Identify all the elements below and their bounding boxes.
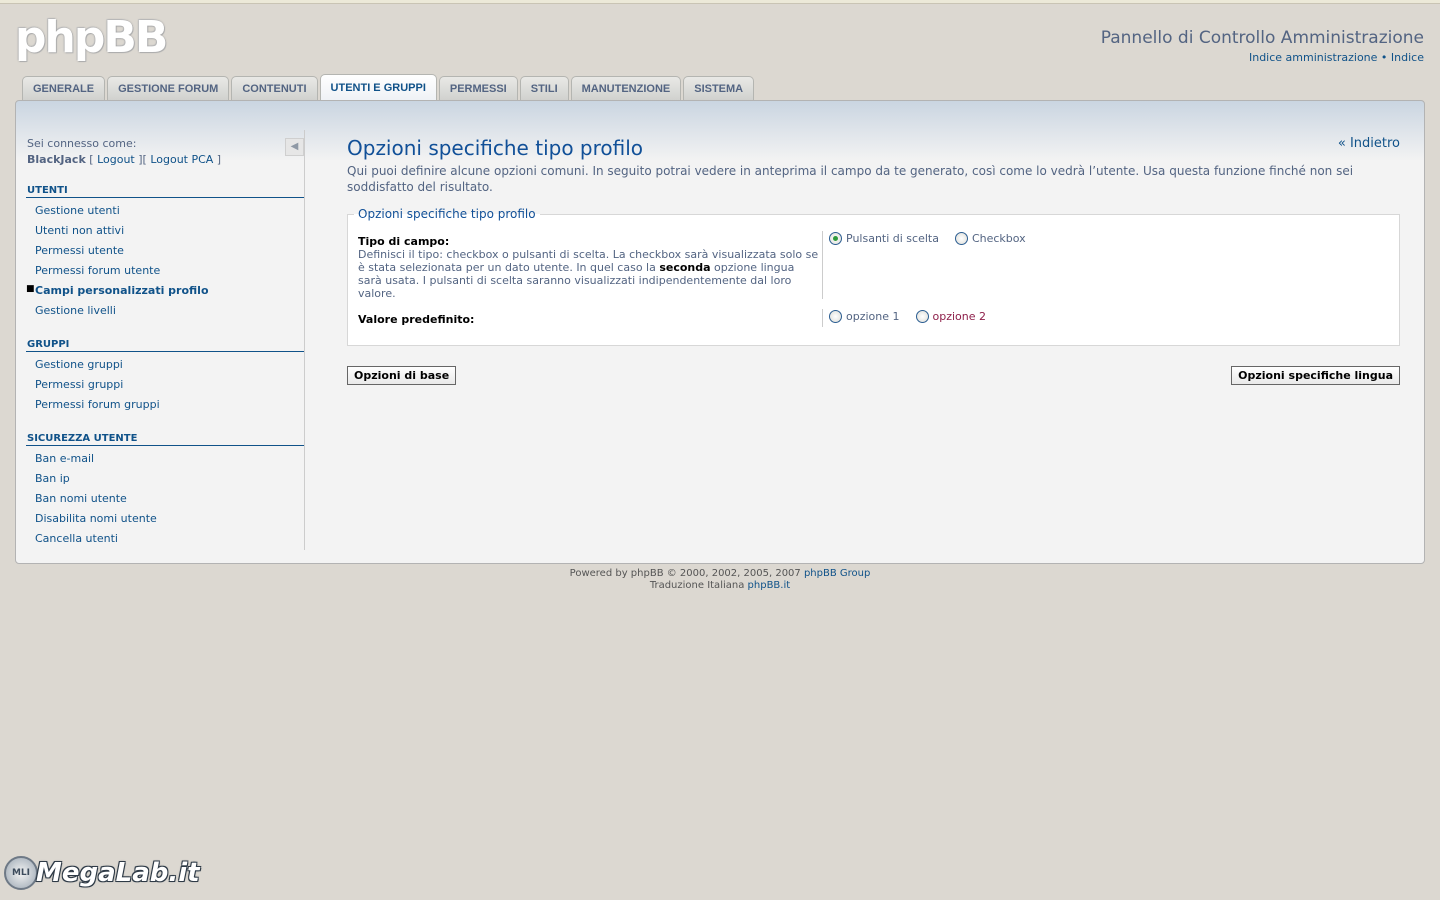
menu-item-ban-ip[interactable]: Ban ip <box>35 472 70 485</box>
footer: Powered by phpBB © 2000, 2002, 2005, 200… <box>0 568 1440 592</box>
menu-item-campi-personalizzati-profilo[interactable]: ■ Campi personalizzati profilo <box>26 284 209 297</box>
collapse-sidebar-icon[interactable]: ◀ <box>285 138 304 156</box>
basic-options-button[interactable]: Opzioni di base <box>347 366 457 385</box>
menu-item-permessi-utente[interactable]: Permessi utente <box>35 244 124 257</box>
tab-contenuti[interactable]: CONTENUTI <box>231 76 318 101</box>
footer-translation: Traduzione Italiana phpBB.it <box>649 580 791 591</box>
page-title: Opzioni specifiche tipo profilo <box>347 136 644 160</box>
default-value-radio-group: opzione 1 opzione 2 <box>829 310 1002 323</box>
main-tabs: GENERALE GESTIONE FORUM CONTENUTI UTENTI… <box>22 74 755 101</box>
megalab-watermark: MLI MegaLab.it <box>4 856 200 890</box>
logout-link[interactable]: Logout <box>97 153 135 166</box>
index-link[interactable]: Indice <box>1391 51 1424 64</box>
username: BlackJack <box>27 153 86 166</box>
language-options-button[interactable]: Opzioni specifiche lingua <box>1231 366 1400 385</box>
menu-section-sicurezza-utente: SICUREZZA UTENTE <box>26 433 304 446</box>
menu-item-gestione-utenti[interactable]: Gestione utenti <box>35 204 120 217</box>
back-link[interactable]: « Indietro <box>1338 136 1400 151</box>
header-links: Indice amministrazione • Indice <box>1249 51 1424 64</box>
logged-in-label: Sei connesso come: <box>27 137 137 150</box>
menu-item-ban-nomi-utente[interactable]: Ban nomi utente <box>35 492 127 505</box>
login-info: Sei connesso come: BlackJack [ Logout ][… <box>27 137 222 166</box>
field-type-divider <box>822 231 823 299</box>
default-value-label: Valore predefinito: <box>358 313 475 326</box>
tab-sistema[interactable]: SISTEMA <box>683 76 755 101</box>
field-type-label: Tipo di campo: <box>358 235 450 248</box>
menu-item-disabilita-nomi-utente[interactable]: Disabilita nomi utente <box>35 512 157 525</box>
radio-pulsanti-di-scelta[interactable] <box>829 232 842 245</box>
menu-item-gestione-livelli[interactable]: Gestione livelli <box>35 304 116 317</box>
menu-item-utenti-non-attivi[interactable]: Utenti non attivi <box>35 224 124 237</box>
radio-checkbox[interactable] <box>954 232 968 245</box>
phpbb-it-link[interactable]: phpBB.it <box>748 580 791 591</box>
menu-section-utenti: UTENTI <box>26 185 304 198</box>
profile-type-options-fieldset: Opzioni specifiche tipo profilo Tipo di … <box>347 207 1400 346</box>
default-value-label-block: Valore predefinito: <box>358 313 820 326</box>
menu-item-permessi-gruppi[interactable]: Permessi gruppi <box>35 378 123 391</box>
tab-permessi[interactable]: PERMESSI <box>438 76 518 101</box>
phpbb-group-link[interactable]: phpBB Group <box>804 568 870 579</box>
header-link-separator: • <box>1380 51 1388 64</box>
sidebar: Sei connesso come: BlackJack [ Logout ][… <box>26 130 305 550</box>
megalab-text: MegaLab.it <box>36 858 200 888</box>
admin-index-link[interactable]: Indice amministrazione <box>1249 51 1377 64</box>
menu-item-permessi-forum-utente[interactable]: Permessi forum utente <box>35 264 160 277</box>
footer-powered-by: Powered by phpBB © 2000, 2002, 2005, 200… <box>569 568 871 579</box>
menu-item-permessi-forum-gruppi[interactable]: Permessi forum gruppi <box>35 398 160 411</box>
logout-pca-link[interactable]: Logout PCA <box>150 153 213 166</box>
acp-title: Pannello di Controllo Amministrazione <box>1100 28 1424 48</box>
tab-gestione-forum[interactable]: GESTIONE FORUM <box>107 76 230 101</box>
default-value-divider <box>822 309 823 327</box>
window-top-border <box>0 0 1440 4</box>
field-type-radio-group: Pulsanti di scelta Checkbox <box>829 232 1042 245</box>
menu-item-ban-email[interactable]: Ban e-mail <box>35 452 94 465</box>
phpbb-logo[interactable]: phpBB <box>15 12 168 63</box>
tab-manutenzione[interactable]: MANUTENZIONE <box>570 76 682 101</box>
menu-section-gruppi: GRUPPI <box>26 339 304 352</box>
field-type-explain: Definisci il tipo: checkbox o pulsanti d… <box>358 248 819 300</box>
field-type-label-block: Tipo di campo: Definisci il tipo: checkb… <box>358 235 820 300</box>
tab-stili[interactable]: STILI <box>519 76 569 101</box>
radio-label-opzione-1[interactable]: opzione 1 <box>846 310 900 323</box>
radio-label-opzione-2[interactable]: opzione 2 <box>933 310 987 323</box>
radio-label-checkbox[interactable]: Checkbox <box>972 232 1026 245</box>
page-description: Qui puoi definire alcune opzioni comuni.… <box>347 164 1354 194</box>
menu-item-cancella-utenti[interactable]: Cancella utenti <box>35 532 118 545</box>
megalab-badge-icon: MLI <box>4 856 38 890</box>
tab-generale[interactable]: GENERALE <box>22 76 106 101</box>
radio-opzione-1[interactable] <box>829 310 842 323</box>
radio-opzione-2[interactable] <box>915 310 929 323</box>
active-bullet-icon: ■ <box>26 284 35 294</box>
tab-utenti-e-gruppi[interactable]: UTENTI E GRUPPI <box>319 74 437 101</box>
menu-item-label: Campi personalizzati profilo <box>35 284 209 297</box>
menu-item-gestione-gruppi[interactable]: Gestione gruppi <box>35 358 123 371</box>
radio-label-pulsanti-di-scelta[interactable]: Pulsanti di scelta <box>846 232 939 245</box>
fieldset-legend: Opzioni specifiche tipo profilo <box>354 207 540 221</box>
